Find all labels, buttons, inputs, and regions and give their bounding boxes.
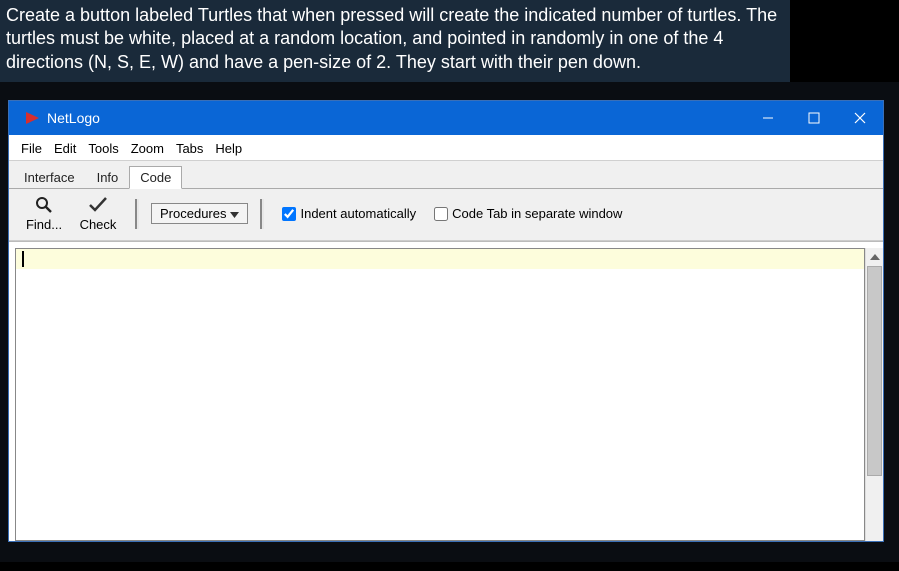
vertical-scrollbar[interactable] [865, 248, 883, 541]
close-button[interactable] [837, 101, 883, 135]
netlogo-window: NetLogo File Edit Tools Zoom Tabs Help [8, 100, 884, 542]
current-line-highlight [16, 249, 864, 269]
checkmark-icon [87, 195, 109, 215]
procedures-label: Procedures [160, 206, 226, 221]
separate-window-checkbox-input[interactable] [434, 207, 448, 221]
scroll-thumb[interactable] [867, 266, 882, 476]
check-button[interactable]: Check [73, 195, 123, 232]
code-editor[interactable] [15, 248, 865, 541]
indent-checkbox-label: Indent automatically [300, 206, 416, 221]
editor-area [9, 241, 883, 541]
menu-edit[interactable]: Edit [48, 139, 82, 158]
indent-checkbox-input[interactable] [282, 207, 296, 221]
tab-info[interactable]: Info [86, 166, 130, 189]
maximize-button[interactable] [791, 101, 837, 135]
find-button[interactable]: Find... [19, 195, 69, 232]
separator-icon [260, 199, 264, 229]
menu-bar: File Edit Tools Zoom Tabs Help [9, 135, 883, 161]
separate-window-checkbox-label: Code Tab in separate window [452, 206, 622, 221]
desktop-background: NetLogo File Edit Tools Zoom Tabs Help [0, 82, 899, 562]
menu-file[interactable]: File [15, 139, 48, 158]
text-cursor [22, 251, 24, 267]
separator-icon [135, 199, 139, 229]
scroll-up-icon[interactable] [867, 248, 882, 266]
menu-zoom[interactable]: Zoom [125, 139, 170, 158]
window-controls [745, 101, 883, 135]
title-bar[interactable]: NetLogo [9, 101, 883, 135]
menu-tabs[interactable]: Tabs [170, 139, 209, 158]
menu-help[interactable]: Help [209, 139, 248, 158]
indent-checkbox[interactable]: Indent automatically [282, 206, 416, 221]
tab-row: Interface Info Code [9, 161, 883, 189]
chevron-down-icon [230, 206, 239, 221]
procedures-dropdown[interactable]: Procedures [151, 203, 248, 224]
magnifier-icon [34, 195, 54, 215]
check-label: Check [80, 217, 117, 232]
minimize-button[interactable] [745, 101, 791, 135]
separate-window-checkbox[interactable]: Code Tab in separate window [434, 206, 622, 221]
app-logo-icon [23, 109, 41, 127]
tab-code[interactable]: Code [129, 166, 182, 189]
instruction-text: Create a button labeled Turtles that whe… [0, 0, 790, 82]
menu-tools[interactable]: Tools [82, 139, 124, 158]
tab-interface[interactable]: Interface [13, 166, 86, 189]
window-title: NetLogo [47, 110, 745, 126]
code-toolbar: Find... Check Procedures [9, 189, 883, 241]
find-label: Find... [26, 217, 62, 232]
